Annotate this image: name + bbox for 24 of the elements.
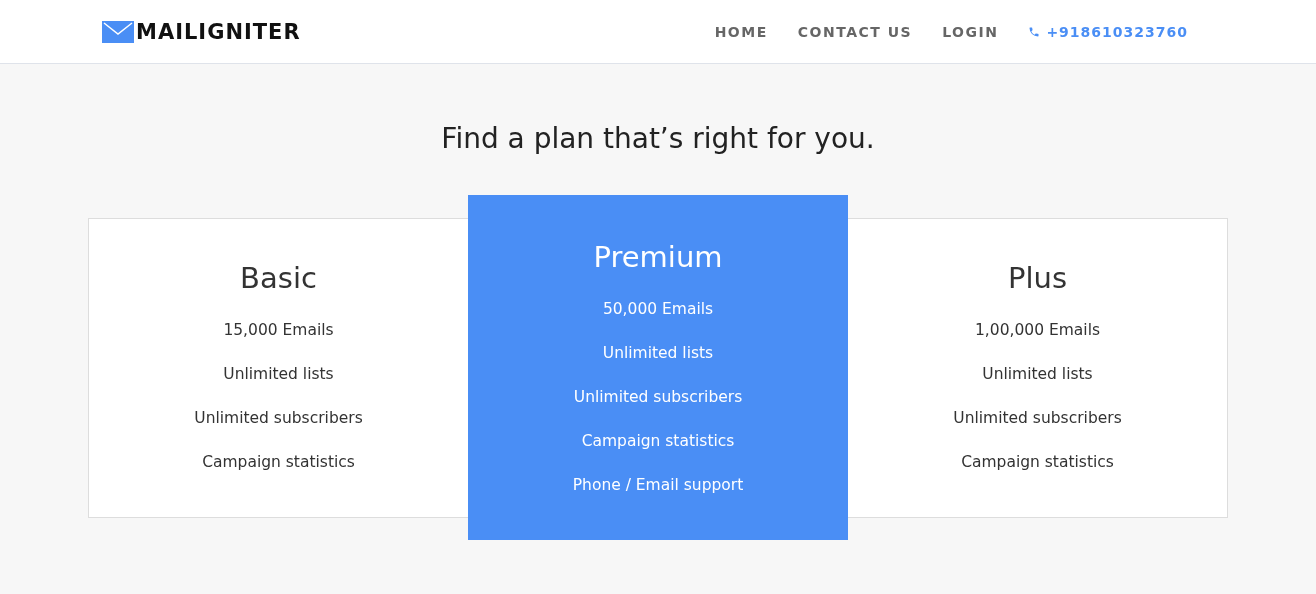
plan-feature: 15,000 Emails (223, 319, 334, 341)
plan-feature: 50,000 Emails (602, 299, 714, 320)
plan-feature: Unlimited subscribers (194, 407, 363, 429)
plan-feature: Unlimited lists (223, 363, 334, 385)
logo-text[interactable]: MAILIGNITER (136, 19, 301, 44)
plan-feature: Unlimited lists (982, 363, 1093, 385)
plan-feature: Campaign statistics (961, 451, 1114, 473)
plan-feature: Unlimited lists (602, 343, 714, 364)
phone-link[interactable]: +918610323760 (1046, 23, 1188, 40)
plan-feature: Campaign statistics (202, 451, 355, 473)
plan-feature: Phone / Email support (572, 475, 744, 496)
phone-icon (1028, 25, 1041, 38)
plan-feature: Unlimited subscribers (573, 387, 743, 408)
nav-link[interactable]: LOGIN (942, 23, 999, 40)
plan-name: Plus (1007, 260, 1067, 295)
page-heading: Find a plan that’s right for you. (441, 122, 875, 155)
nav-link[interactable]: HOME (714, 23, 768, 40)
plan-feature: Unlimited subscribers (953, 407, 1122, 429)
plan-feature: Campaign statistics (581, 431, 735, 452)
plan-name: Basic (240, 260, 317, 295)
plan-name: Premium (593, 240, 723, 274)
nav-link[interactable]: CONTACT US (797, 23, 913, 40)
plan-feature: 1,00,000 Emails (975, 319, 1100, 341)
envelope-icon (102, 20, 134, 43)
